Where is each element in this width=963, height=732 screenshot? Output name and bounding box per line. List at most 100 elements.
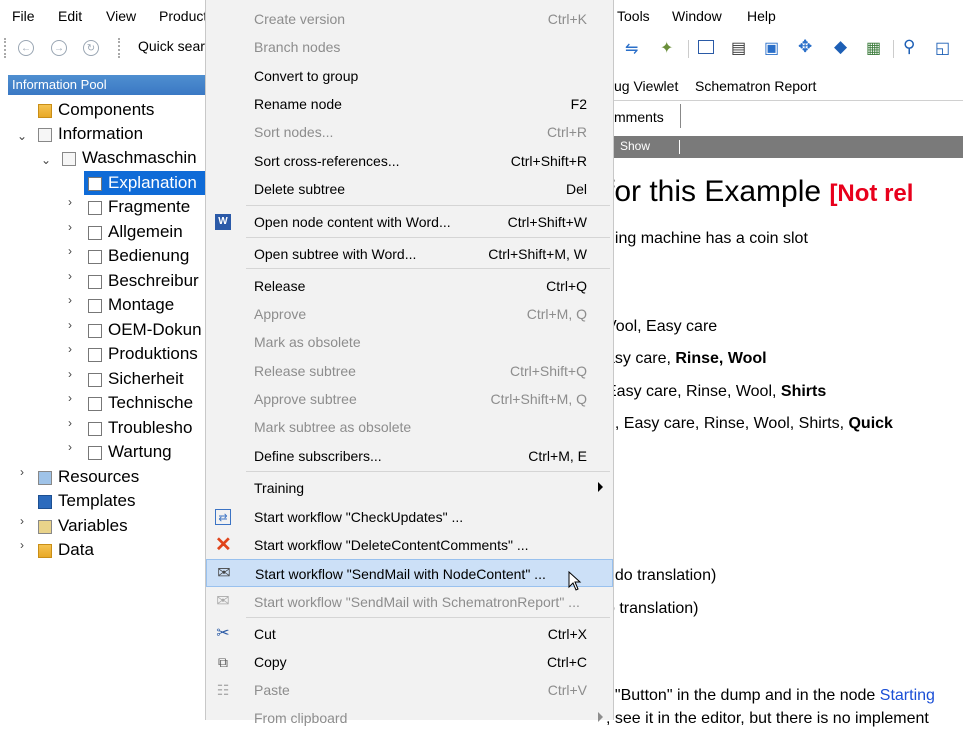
menu-item-workflow-deletecomments[interactable]: ✕ Start workflow "DeleteContentComments" … bbox=[206, 531, 613, 559]
menu-view[interactable]: View bbox=[106, 8, 136, 24]
tree-item-oem-dokumentation[interactable]: OEM-Dokun bbox=[88, 318, 206, 342]
data-icon bbox=[38, 543, 52, 558]
menu-item-release-subtree[interactable]: Release subtree Ctrl+Shift+Q bbox=[206, 357, 613, 385]
merge-icon[interactable]: ⇋ bbox=[625, 39, 638, 59]
preview-icon[interactable]: ▤ bbox=[731, 38, 746, 58]
tree-item-montage[interactable]: Montage bbox=[88, 293, 206, 317]
window-icon[interactable]: ▣ bbox=[764, 38, 779, 58]
tree-item-wartung[interactable]: Wartung bbox=[88, 440, 206, 464]
find-window-icon[interactable]: ◱ bbox=[935, 38, 950, 58]
chevron-right-icon[interactable]: › bbox=[64, 220, 76, 234]
menu-item-branch-nodes[interactable]: Branch nodes bbox=[206, 33, 613, 61]
tree-item-bedienung[interactable]: Bedienung bbox=[88, 244, 206, 268]
list-icon[interactable] bbox=[698, 40, 714, 54]
menu-item-sort-nodes[interactable]: Sort nodes... Ctrl+R bbox=[206, 118, 613, 146]
tree-item-sicherheit[interactable]: Sicherheit bbox=[88, 367, 206, 391]
forward-icon[interactable]: → bbox=[51, 40, 67, 56]
tree-item-label: Sicherheit bbox=[108, 369, 184, 388]
quick-search-label[interactable]: Quick sear bbox=[138, 38, 206, 54]
menu-help[interactable]: Help bbox=[747, 8, 776, 24]
chevron-right-icon[interactable]: › bbox=[64, 342, 76, 356]
menu-edit[interactable]: Edit bbox=[58, 8, 82, 24]
menu-item-sort-cross-references[interactable]: Sort cross-references... Ctrl+Shift+R bbox=[206, 147, 613, 175]
menu-product[interactable]: Product bbox=[159, 8, 205, 24]
chevron-right-icon[interactable]: › bbox=[64, 367, 76, 381]
menu-item-workflow-sendmail-nodecontent[interactable]: ✉ Start workflow "SendMail with NodeConte… bbox=[206, 559, 613, 587]
tree-item-label: Explanation bbox=[108, 173, 197, 192]
refresh-icon[interactable]: ↻ bbox=[83, 40, 99, 56]
tab-comments[interactable]: mments bbox=[614, 109, 664, 125]
tree-item-templates[interactable]: Templates bbox=[38, 489, 135, 513]
chevron-right-icon[interactable]: › bbox=[64, 440, 76, 454]
chevron-right-icon[interactable]: › bbox=[64, 244, 76, 258]
menu-item-convert-to-group[interactable]: Convert to group bbox=[206, 62, 613, 90]
document-icon bbox=[88, 396, 102, 411]
document-icon bbox=[88, 225, 102, 240]
menu-window[interactable]: Window bbox=[672, 8, 722, 24]
menu-item-delete-subtree[interactable]: Delete subtree Del bbox=[206, 175, 613, 203]
tab-schematron-report[interactable]: Schematron Report bbox=[695, 78, 816, 94]
chevron-right-icon[interactable]: › bbox=[64, 195, 76, 209]
menu-item-label: Paste bbox=[254, 682, 290, 698]
database-icon[interactable]: ▦ bbox=[866, 38, 881, 58]
menu-item-mark-obsolete[interactable]: Mark as obsolete bbox=[206, 328, 613, 356]
menu-item-approve[interactable]: Approve Ctrl+M, Q bbox=[206, 300, 613, 328]
menu-item-rename-node[interactable]: Rename node F2 bbox=[206, 90, 613, 118]
content-line: t "Button" in the dump and in the node S… bbox=[606, 687, 935, 705]
chevron-right-icon[interactable]: › bbox=[16, 465, 28, 479]
back-icon[interactable]: ← bbox=[18, 40, 34, 56]
content-bold: Shirts bbox=[780, 383, 827, 400]
content-line: udo translation) bbox=[606, 567, 717, 584]
menu-item-copy[interactable]: ⧉ Copy Ctrl+C bbox=[206, 648, 613, 676]
not-released-tag: [Not rel bbox=[829, 180, 914, 207]
menu-item-approve-subtree[interactable]: Approve subtree Ctrl+Shift+M, Q bbox=[206, 385, 613, 413]
chevron-right-icon[interactable]: › bbox=[64, 416, 76, 430]
chevron-down-icon[interactable]: ⌄ bbox=[40, 153, 52, 167]
menu-item-shortcut: Ctrl+V bbox=[547, 682, 587, 698]
info-diamond-icon[interactable]: ◆ bbox=[834, 37, 847, 57]
chevron-down-icon[interactable]: ⌄ bbox=[16, 129, 28, 143]
chevron-right-icon[interactable]: › bbox=[16, 538, 28, 552]
menu-item-training[interactable]: Training bbox=[206, 474, 613, 502]
menu-item-open-subtree-word[interactable]: Open subtree with Word... Ctrl+Shift+M, W bbox=[206, 240, 613, 268]
tree-item-fragmente[interactable]: Fragmente bbox=[88, 195, 206, 219]
content-text: asy care, bbox=[606, 350, 676, 367]
tree-item-beschreibung[interactable]: Beschreibur bbox=[88, 269, 206, 293]
menu-item-create-version[interactable]: Create version Ctrl+K bbox=[206, 5, 613, 33]
search-icon[interactable]: ⚲ bbox=[903, 37, 915, 57]
document-icon bbox=[88, 200, 102, 215]
tree-item-resources[interactable]: Resources bbox=[38, 465, 139, 489]
menu-tools[interactable]: Tools bbox=[617, 8, 650, 24]
content-link[interactable]: Starting bbox=[880, 687, 935, 704]
tree-item-technische[interactable]: Technische bbox=[88, 391, 206, 415]
menu-item-open-node-word[interactable]: W Open node content with Word... Ctrl+Shif… bbox=[206, 208, 613, 236]
tree-item-variables[interactable]: Variables bbox=[38, 514, 128, 538]
menu-item-workflow-sendmail-schematron[interactable]: ✉ Start workflow "SendMail with Schematro… bbox=[206, 588, 613, 616]
menu-item-define-subscribers[interactable]: Define subscribers... Ctrl+M, E bbox=[206, 442, 613, 470]
chevron-right-icon[interactable]: › bbox=[64, 269, 76, 283]
tree-item-data[interactable]: Data bbox=[38, 538, 94, 562]
menu-file[interactable]: File bbox=[12, 8, 35, 24]
tab-debug-viewlet[interactable]: ug Viewlet bbox=[614, 78, 678, 94]
tree-item-allgemein[interactable]: Allgemein bbox=[88, 220, 206, 244]
menu-item-cut[interactable]: ✂ Cut Ctrl+X bbox=[206, 620, 613, 648]
tree-item-produktions[interactable]: Produktions bbox=[88, 342, 206, 366]
tree-item-explanation[interactable]: Explanation bbox=[84, 171, 206, 195]
menu-item-mark-subtree-obsolete[interactable]: Mark subtree as obsolete bbox=[206, 413, 613, 441]
chevron-right-icon[interactable]: › bbox=[64, 293, 76, 307]
show-button[interactable]: Show bbox=[620, 139, 650, 153]
menu-item-workflow-checkupdates[interactable]: ⇄ Start workflow "CheckUpdates" ... bbox=[206, 503, 613, 531]
chevron-right-icon[interactable]: › bbox=[64, 318, 76, 332]
tree-item-waschmaschine[interactable]: Waschmaschin bbox=[62, 146, 206, 170]
menu-item-release[interactable]: Release Ctrl+Q bbox=[206, 272, 613, 300]
chevron-right-icon[interactable]: › bbox=[64, 391, 76, 405]
menu-item-paste[interactable]: ☷ Paste Ctrl+V bbox=[206, 676, 613, 704]
move-icon[interactable]: ✥ bbox=[798, 37, 812, 57]
chevron-right-icon[interactable]: › bbox=[16, 514, 28, 528]
menu-item-from-clipboard[interactable]: From clipboard bbox=[206, 704, 613, 732]
tree-item-components[interactable]: Components bbox=[38, 98, 154, 122]
tools-icon[interactable]: ✦ bbox=[660, 38, 673, 58]
tree-item-troubleshooting[interactable]: Troublesho bbox=[88, 416, 206, 440]
delete-x-icon: ✕ bbox=[215, 534, 232, 556]
tree-item-information[interactable]: Information bbox=[38, 122, 143, 146]
